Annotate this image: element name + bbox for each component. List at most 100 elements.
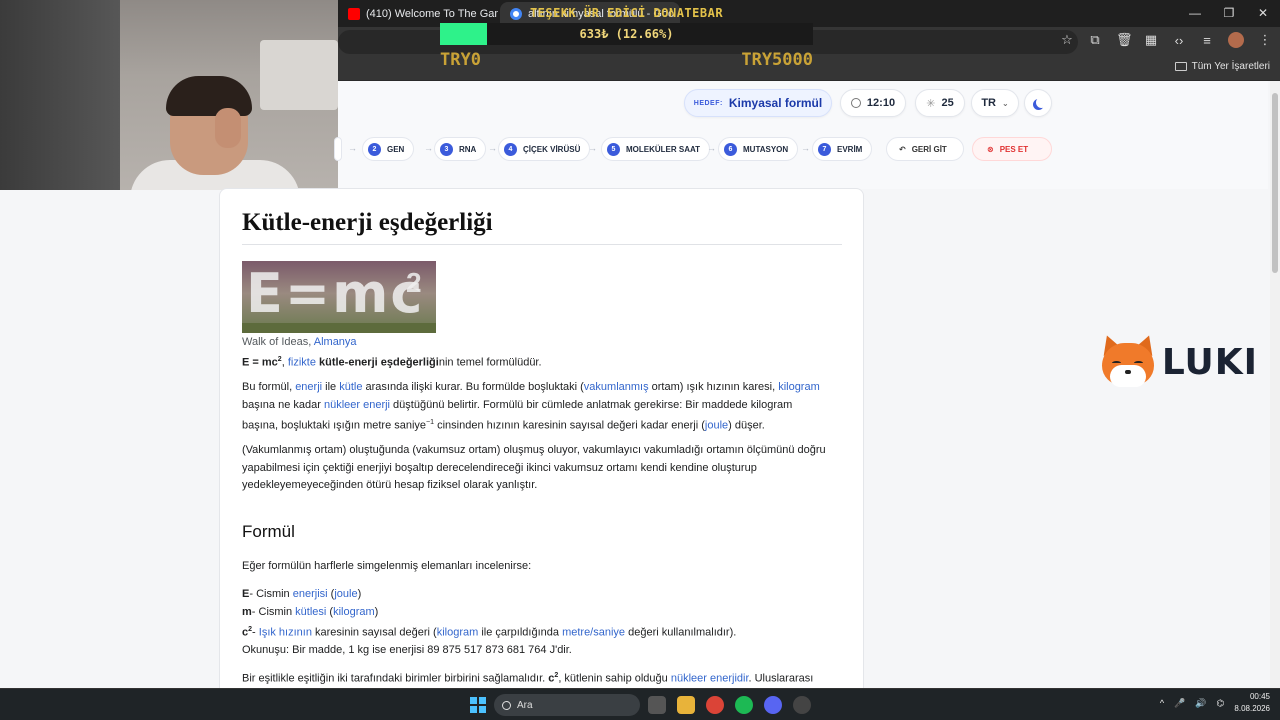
close-window-icon[interactable]: ✕ (1246, 0, 1280, 27)
restore-icon[interactable]: ❐ (1212, 0, 1246, 27)
link-isik-hizinin[interactable]: Işık hızının (259, 627, 312, 639)
theme-toggle-button[interactable] (1024, 89, 1052, 117)
donation-title: TEŞEKK ÜR EDİCİ DONATEBAR (529, 6, 724, 20)
path-step-mutasyon[interactable]: 6 MUTASYON (718, 137, 799, 161)
link-kilogram[interactable]: kilogram (778, 381, 820, 393)
text: - Cismin (251, 605, 296, 618)
paragraph-elements-intro: Eğer formülün harflerle simgelenmiş elem… (242, 560, 532, 572)
text: (Vakumlanmış ortam) oluştuğunda (vakumsu… (242, 444, 826, 456)
file-explorer-icon[interactable] (677, 696, 695, 714)
link-nukleer-enerjidir[interactable]: nükleer enerjidir (671, 673, 749, 685)
path-step-gen[interactable]: 2 GEN (362, 137, 415, 161)
link-kutlesi[interactable]: kütlesi (295, 606, 326, 618)
link-kilogram[interactable]: kilogram (333, 606, 375, 618)
webcam-background (260, 40, 338, 110)
link-enerjisi[interactable]: enerjisi (293, 588, 328, 600)
volume-icon[interactable]: 🔊 (1195, 698, 1206, 709)
target-value: Kimyasal formül (728, 96, 823, 110)
menu-icon[interactable]: ⋮ (1258, 32, 1272, 48)
code-icon[interactable]: ‹› (1172, 33, 1186, 48)
path-step-rna[interactable]: 3 RNA (434, 137, 487, 161)
window-controls: — ❐ ✕ (1178, 0, 1280, 27)
step-number: 3 (440, 142, 453, 156)
target-badge: HEDEF: Kimyasal formül (684, 89, 832, 117)
link-kilogram[interactable]: kilogram (437, 627, 479, 639)
text: ) (357, 588, 362, 600)
link-nukleer-enerji[interactable]: nükleer enerji (324, 399, 390, 411)
formula-text: E = mc (242, 356, 278, 369)
path-step-evrim[interactable]: 7 EVRİM (812, 137, 873, 161)
trash-icon[interactable]: 🗑 (1116, 32, 1133, 48)
scrollbar-thumb[interactable] (1272, 93, 1278, 273)
give-up-label: PES ET (999, 144, 1029, 154)
moon-icon (1036, 97, 1047, 108)
link-enerji[interactable]: enerji (295, 381, 322, 393)
link-joule[interactable]: joule (705, 420, 728, 432)
text: ortam) ışık hızının karesi, (648, 381, 779, 393)
paragraph-formula-explanation: Bu formül, enerji ile kütle arasında ili… (242, 379, 844, 435)
arrow-right-icon: → (588, 143, 597, 153)
chevron-up-icon[interactable]: ^ (1160, 698, 1164, 708)
youtube-icon (348, 8, 360, 20)
link-metre-saniye[interactable]: metre/saniye (562, 627, 625, 639)
windows-taskbar: Ara ^ 🎤 🔊 ⌬ 00:45 8.08.2026 (0, 688, 1280, 720)
star-icon[interactable]: ☆ (1060, 32, 1074, 48)
page-scrollbar[interactable] (1270, 81, 1280, 690)
wiki-article: Kütle-enerji eşdeğerliği E=mc 2 Walk of … (219, 188, 864, 708)
webcam-background (0, 0, 120, 190)
link-joule[interactable]: joule (334, 588, 357, 600)
donation-bar-overlay: 633₺ (12.66%) TEŞEKK ÜR EDİCİ DONATEBAR … (440, 0, 813, 72)
text: . Uluslararası (748, 672, 814, 685)
arrow-right-icon: → (348, 143, 357, 153)
path-step-molekuler-saat[interactable]: 5 MOLEKÜLER SAAT (601, 137, 711, 161)
target-label: HEDEF: (693, 99, 723, 107)
caption-link-almanya[interactable]: Almanya (314, 336, 357, 348)
image-ground (242, 323, 436, 333)
text: başına ne kadar (242, 398, 324, 411)
text: Bir eşitlikle eşitliğin iki tarafındaki … (242, 672, 549, 685)
all-bookmarks-button[interactable]: Tüm Yer İşaretleri (1174, 61, 1270, 72)
webcam-person-hair (166, 76, 252, 116)
windows-start-icon[interactable] (470, 697, 486, 713)
profile-avatar[interactable] (1228, 32, 1244, 48)
network-icon[interactable]: ⌬ (1217, 698, 1225, 709)
luki-logo: LUKI (1097, 332, 1258, 390)
give-up-button[interactable]: ⊗ PES ET (972, 137, 1052, 161)
media-icon[interactable]: ≡ (1200, 33, 1214, 48)
path-step-1-partial[interactable] (334, 137, 342, 161)
link-vakumlanmis[interactable]: vakumlanmış (584, 381, 649, 393)
title-divider (242, 244, 842, 245)
image-sculpture-text: E=mc (246, 262, 425, 325)
image-sculpture-superscript: 2 (406, 267, 422, 298)
go-back-button[interactable]: ↶ GERİ GİT (886, 137, 964, 161)
chrome-icon[interactable] (706, 696, 724, 714)
link-kutle[interactable]: kütle (339, 381, 362, 393)
taskbar-search[interactable]: Ara (494, 694, 640, 716)
mic-icon[interactable]: 🎤 (1174, 698, 1185, 709)
grid-icon[interactable]: ▦ (1144, 32, 1158, 48)
chevron-down-icon: ⌄ (1001, 98, 1009, 108)
minimize-icon[interactable]: — (1178, 0, 1212, 27)
obs-icon[interactable] (793, 696, 811, 714)
text: Bu formül, (242, 381, 296, 393)
discord-icon[interactable] (764, 696, 782, 714)
language-select[interactable]: TR ⌄ (971, 89, 1019, 117)
language-value: TR (981, 97, 996, 109)
path-step-cicek-virusu[interactable]: 4 ÇİÇEK VİRÜSÜ (498, 137, 591, 161)
system-clock[interactable]: 00:45 8.08.2026 (1234, 691, 1270, 715)
all-bookmarks-label: Tüm Yer İşaretleri (1191, 61, 1270, 72)
arrow-right-icon: → (424, 143, 433, 153)
go-back-label: GERİ GİT (911, 144, 947, 154)
search-placeholder: Ara (517, 699, 533, 711)
brand-name: LUKI (1161, 341, 1258, 383)
clock-time: 00:45 (1249, 692, 1270, 701)
text: - (252, 626, 259, 639)
article-image[interactable]: E=mc 2 (242, 261, 436, 333)
step-number: 2 (368, 142, 381, 156)
task-view-icon[interactable] (648, 696, 666, 714)
spotify-icon[interactable] (735, 696, 753, 714)
extensions-icon[interactable]: ⧉ (1088, 32, 1102, 48)
undo-icon: ↶ (899, 144, 906, 154)
text: arasında ilişki kurar. Bu formülde boşlu… (362, 381, 584, 393)
link-fizikte[interactable]: fizikte (288, 357, 316, 369)
